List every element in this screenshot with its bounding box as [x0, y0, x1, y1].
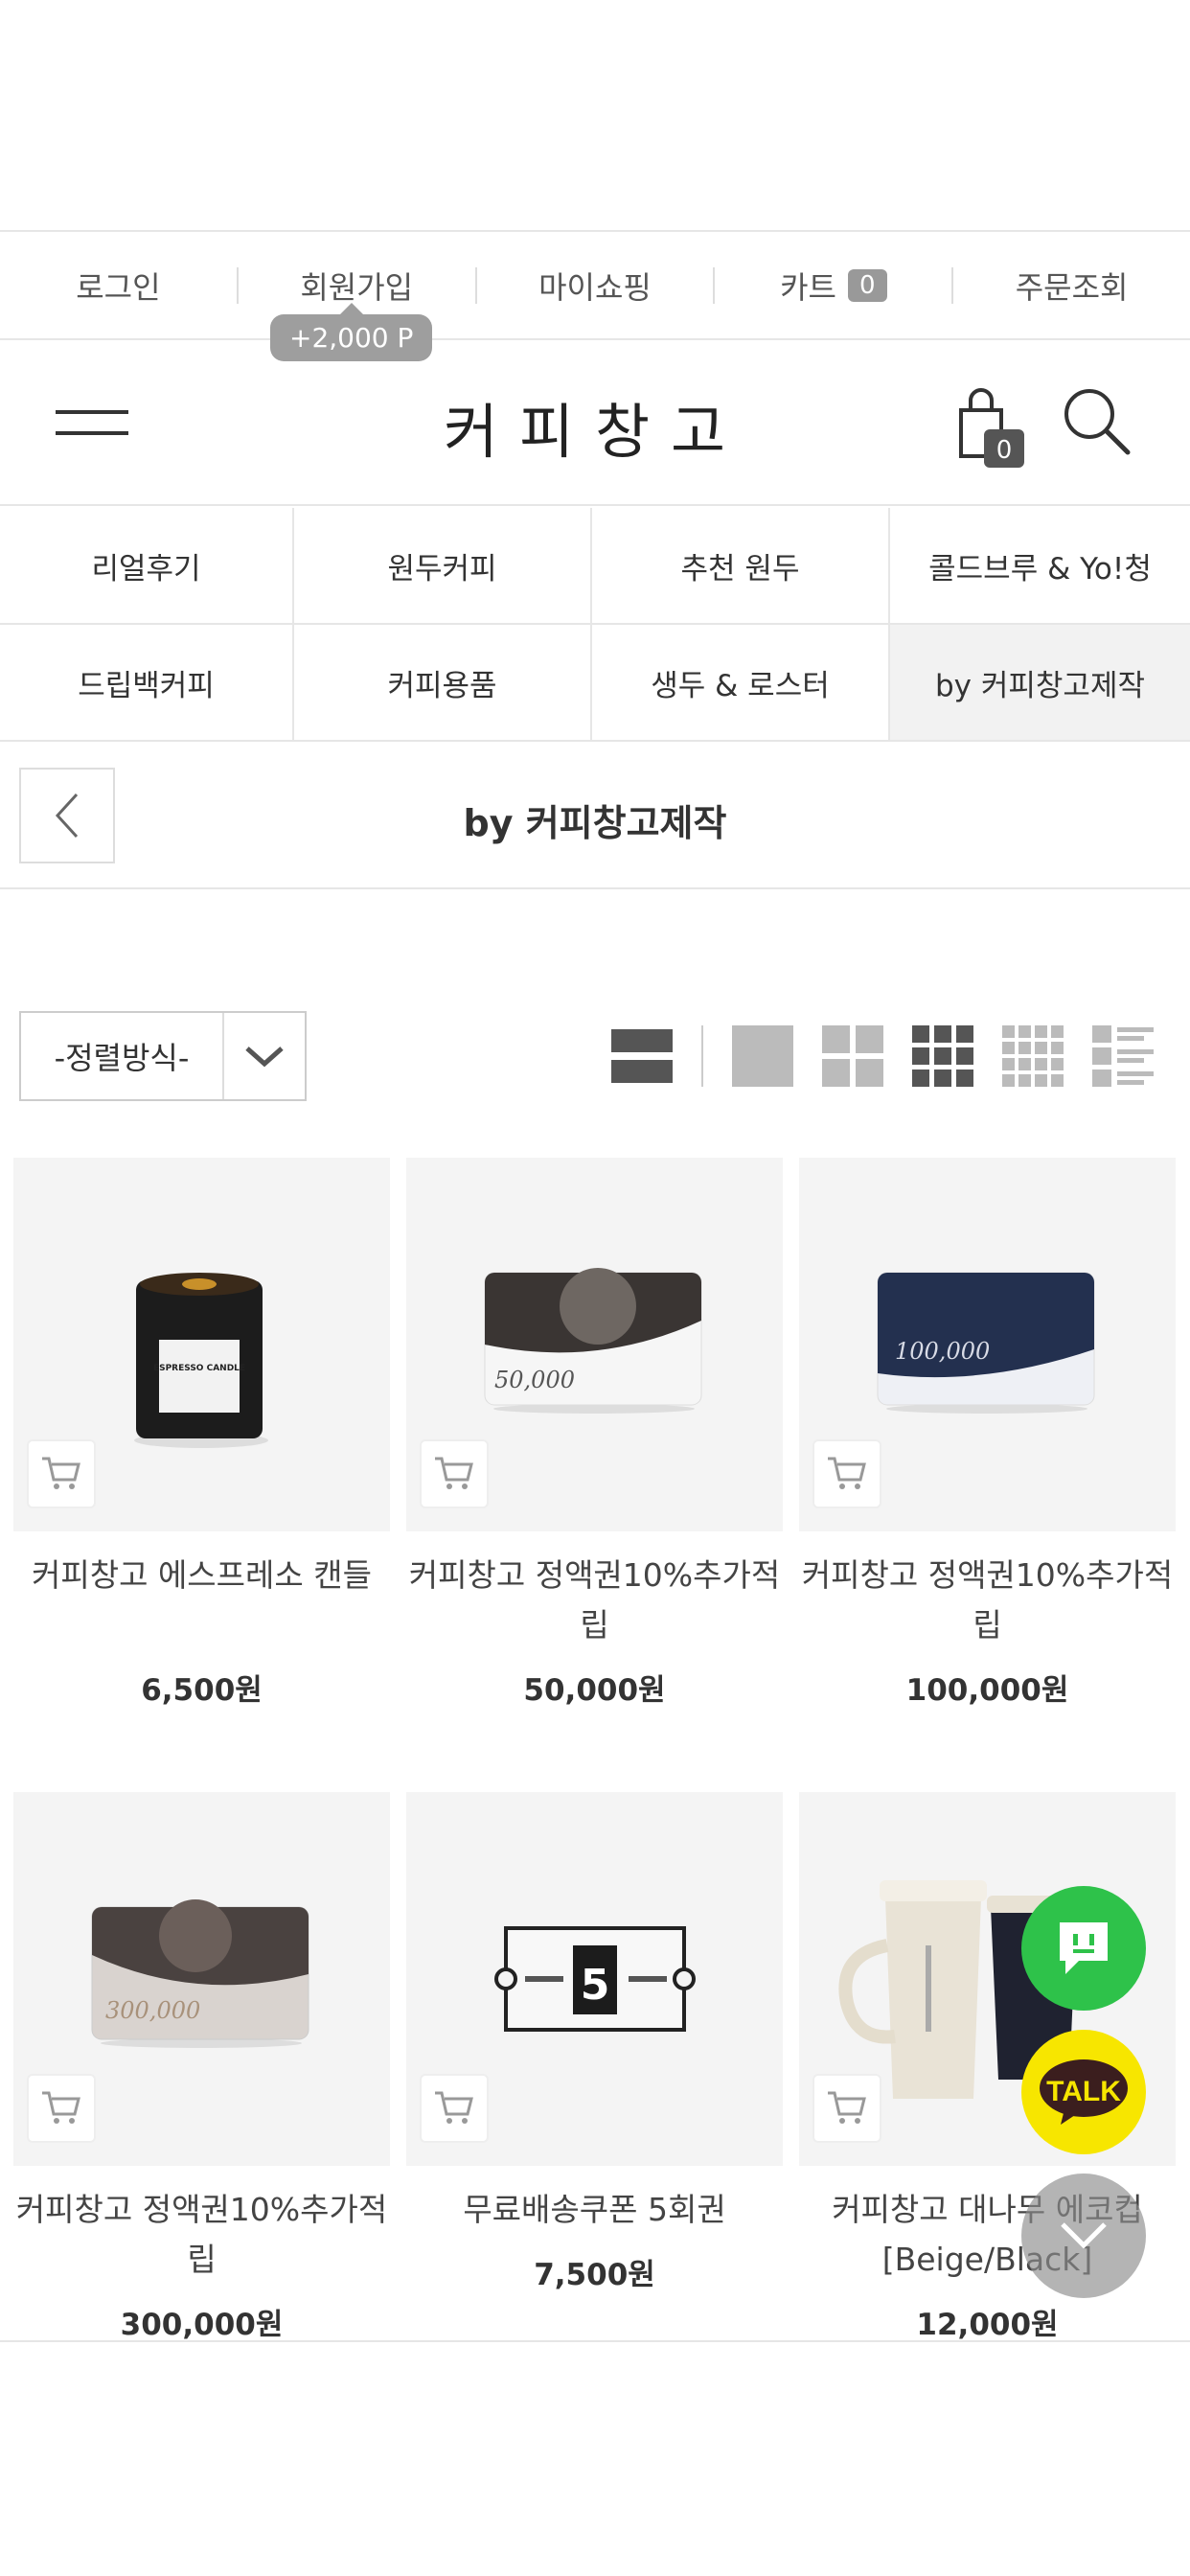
grid-3-icon[interactable] — [912, 1025, 973, 1087]
page-title: by 커피창고제작 — [463, 802, 727, 844]
category-real-review[interactable]: 리얼후기 — [0, 508, 294, 625]
login-link[interactable]: 로그인 — [0, 264, 237, 308]
divider — [701, 1025, 703, 1087]
add-to-cart-button[interactable] — [27, 1439, 96, 1508]
candle-label-text: ESPRESSO CANDLE — [153, 1364, 245, 1373]
cart-icon — [42, 1457, 80, 1489]
top-utility-bar: 로그인 회원가입 마이쇼핑 카트 0 주문조회 — [0, 230, 1190, 340]
add-to-cart-button[interactable] — [812, 2074, 881, 2143]
add-to-cart-button[interactable] — [812, 1439, 881, 1508]
product-name[interactable]: 커피창고 정액권10%추가적립 — [799, 1551, 1176, 1650]
category-cold-brew[interactable]: 콜드브루 & Yo!청 — [890, 508, 1190, 625]
cart-count-badge: 0 — [847, 268, 887, 302]
product-name[interactable]: 무료배송쿠폰 5회권 — [406, 2185, 783, 2235]
product-name[interactable]: 커피창고 정액권10%추가적립 — [13, 2185, 390, 2285]
login-label: 로그인 — [76, 268, 161, 306]
order-lookup-label: 주문조회 — [1015, 268, 1129, 306]
product-price: 6,500원 — [141, 1673, 263, 1708]
cart-icon — [828, 2091, 866, 2124]
add-to-cart-button[interactable] — [27, 2074, 96, 2143]
cart-label: 카트 — [780, 268, 836, 306]
list-toolbar: -정렬방식- — [0, 1011, 1190, 1103]
list-large-icon[interactable] — [611, 1025, 673, 1087]
add-to-cart-button[interactable] — [420, 1439, 489, 1508]
coupon-digit: 5 — [581, 1961, 610, 2010]
gift-card-value: 300,000 — [105, 1997, 200, 2024]
join-label: 회원가입 — [300, 268, 414, 306]
category-drip-bag[interactable]: 드립백커피 — [0, 625, 294, 742]
chevron-down-icon — [224, 1013, 305, 1099]
product-card[interactable]: 300,000 커피창고 정액권10%추가적립 300,000원 — [13, 1792, 390, 2342]
join-link[interactable]: 회원가입 — [239, 264, 475, 308]
product-price: 100,000원 — [905, 1673, 1069, 1708]
product-price: 300,000원 — [120, 2308, 284, 2342]
grid-2-icon[interactable] — [822, 1025, 883, 1087]
bag-count: 0 — [996, 436, 1013, 465]
category-coffee-goods[interactable]: 커피용품 — [294, 625, 592, 742]
product-card[interactable]: 50,000 커피창고 정액권10%추가적립 50,000원 — [406, 1158, 783, 1733]
product-price: 50,000원 — [523, 1673, 666, 1708]
gift-card-value: 100,000 — [895, 1338, 990, 1365]
product-card[interactable]: 100,000 커피창고 정액권10%추가적립 100,000원 — [799, 1158, 1176, 1733]
cart-icon — [435, 1457, 473, 1489]
product-card[interactable]: 5 무료배송쿠폰 5회권 7,500원 — [406, 1792, 783, 2338]
cart-icon — [828, 1457, 866, 1489]
category-green-bean-roaster[interactable]: 생두 & 로스터 — [592, 625, 890, 742]
kakao-talk-label: TALK — [1046, 2076, 1121, 2107]
sort-select-label: -정렬방식- — [21, 1013, 224, 1099]
chat-button[interactable] — [1021, 1886, 1146, 2011]
product-price: 12,000원 — [916, 2308, 1059, 2342]
chat-bubble-icon — [1060, 1922, 1108, 1974]
page-heading: by 커피창고제작 — [0, 744, 1190, 889]
product-price: 7,500원 — [534, 2258, 655, 2292]
mypage-label: 마이쇼핑 — [538, 268, 652, 306]
add-to-cart-button[interactable] — [420, 2074, 489, 2143]
cart-icon — [435, 2091, 473, 2124]
product-name[interactable]: 커피창고 정액권10%추가적립 — [406, 1551, 783, 1650]
search-icon[interactable] — [1059, 383, 1135, 460]
cart-icon — [42, 2091, 80, 2124]
chevron-down-icon — [1061, 2222, 1107, 2249]
site-header: 커피창고 0 — [0, 343, 1190, 506]
cart-link[interactable]: 카트 0 — [715, 264, 951, 308]
scroll-down-button[interactable] — [1021, 2174, 1146, 2298]
view-mode-switcher — [611, 1024, 1154, 1088]
mypage-link[interactable]: 마이쇼핑 — [477, 264, 714, 308]
category-by-coffee-changgo[interactable]: by 커피창고제작 — [890, 625, 1190, 742]
kakao-talk-button[interactable]: TALK — [1021, 2030, 1146, 2154]
category-grid: 리얼후기 원두커피 추천 원두 콜드브루 & Yo!청 드립백커피 커피용품 생… — [0, 508, 1190, 742]
category-whole-bean[interactable]: 원두커피 — [294, 508, 592, 625]
shopping-bag-icon[interactable]: 0 — [953, 383, 1030, 470]
sort-select[interactable]: -정렬방식- — [19, 1011, 307, 1101]
divider — [0, 2340, 1190, 2342]
gift-card-value: 50,000 — [494, 1367, 575, 1393]
order-lookup-link[interactable]: 주문조회 — [953, 264, 1190, 308]
category-recommended-bean[interactable]: 추천 원두 — [592, 508, 890, 625]
grid-4-icon[interactable] — [1002, 1025, 1064, 1087]
list-icon[interactable] — [1092, 1025, 1154, 1087]
grid-1-icon[interactable] — [732, 1025, 793, 1087]
product-name[interactable]: 커피창고 에스프레소 캔들 — [13, 1551, 390, 1600]
product-card[interactable]: ESPRESSO CANDLE 커피창고 에스프레소 캔들 6,500원 — [13, 1158, 390, 1733]
